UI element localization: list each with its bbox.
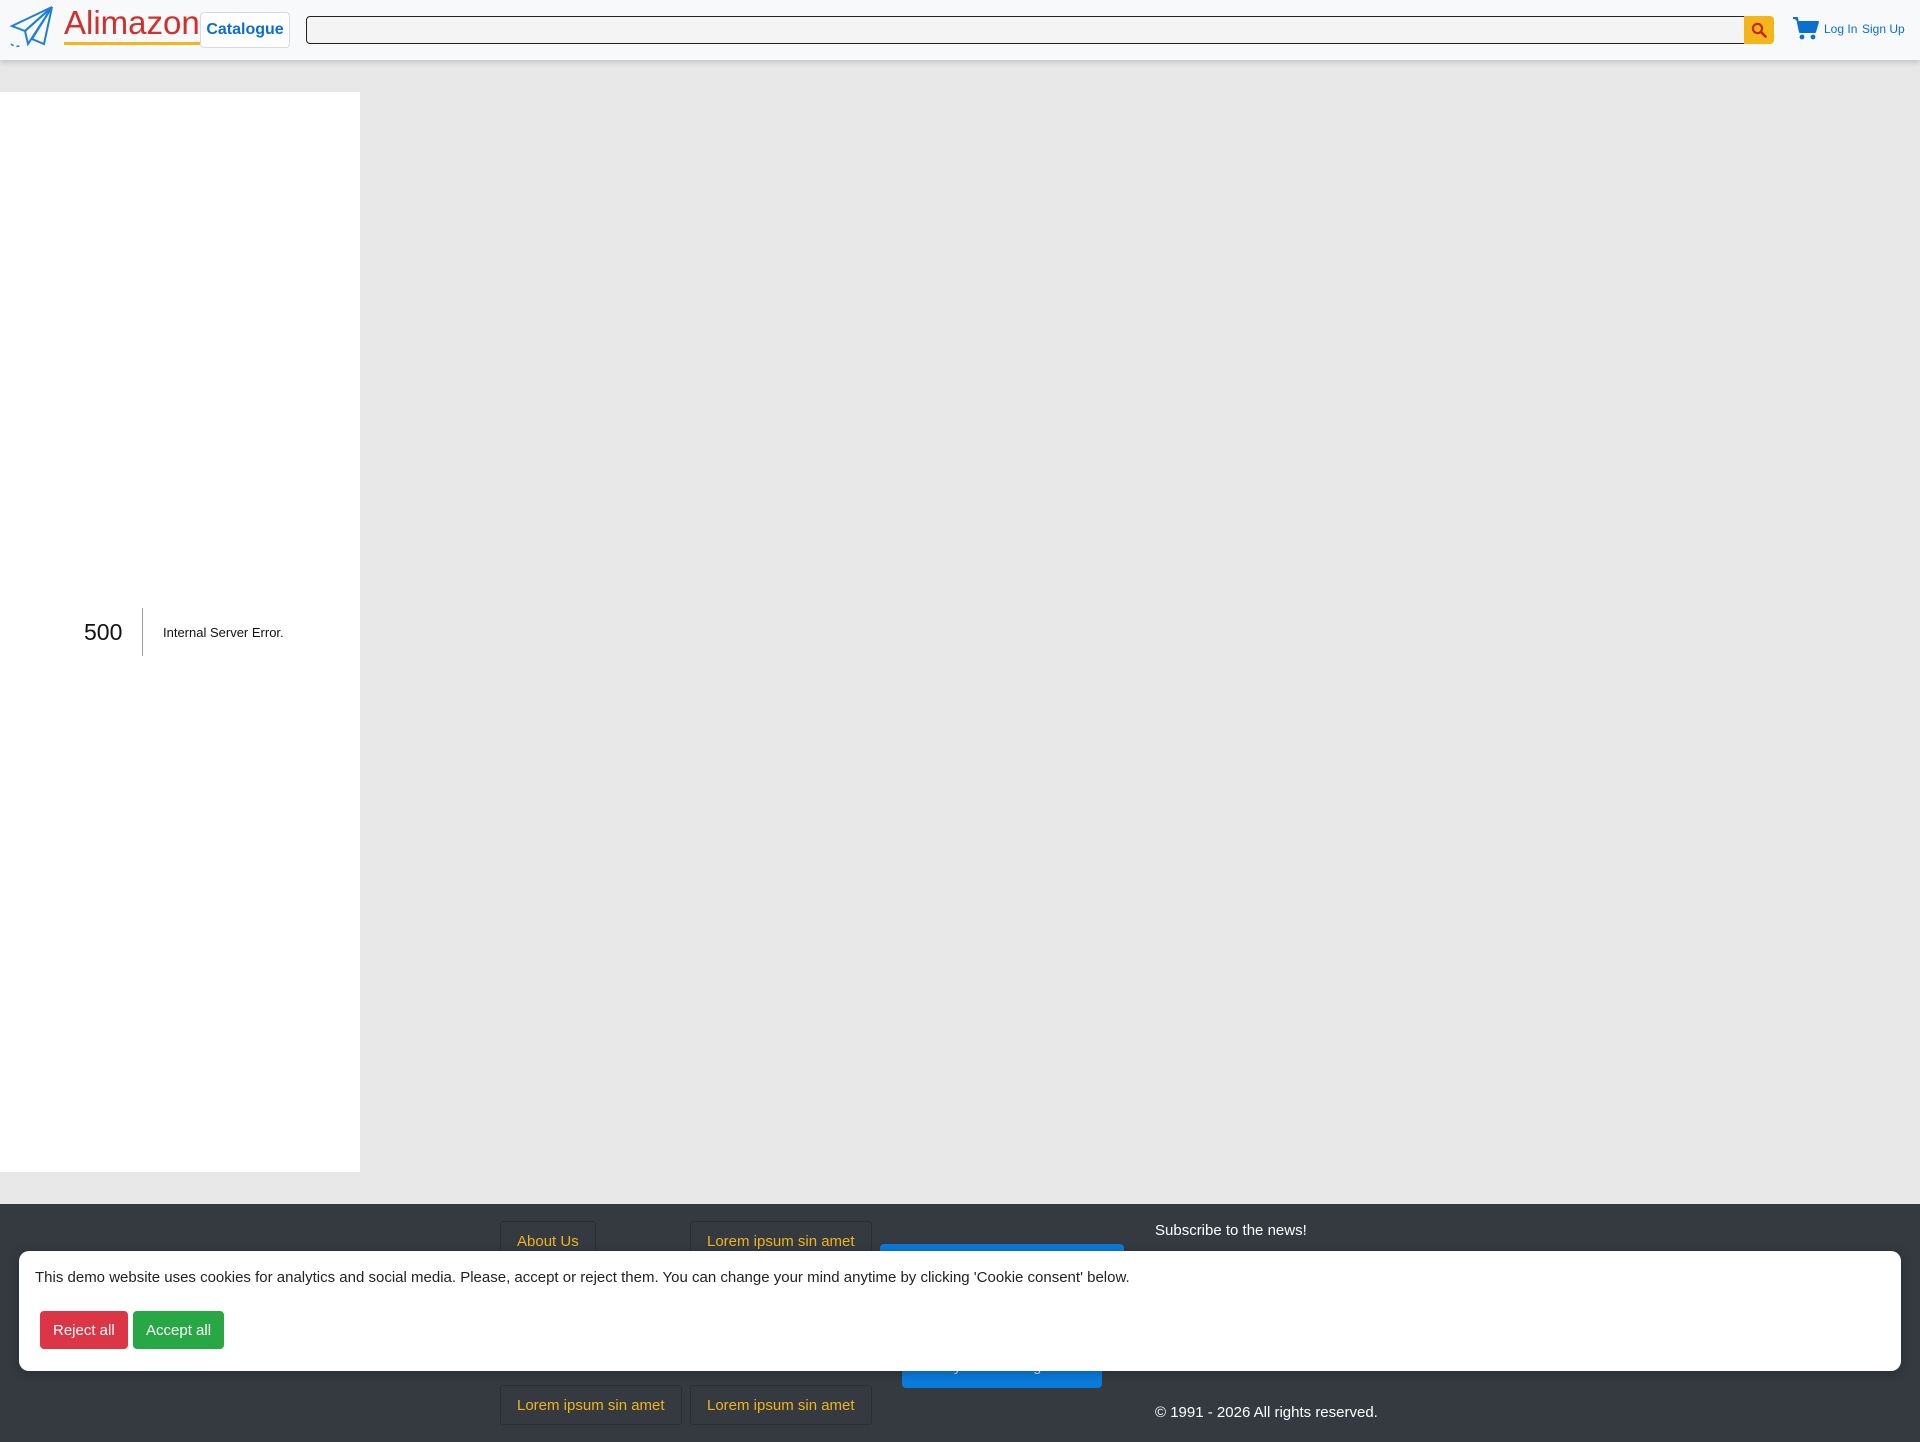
signup-link[interactable]: Sign Up: [1862, 22, 1905, 36]
logo[interactable]: Alimazon: [8, 4, 200, 50]
top-navbar: Alimazon Catalogue Log In Sign Up: [0, 0, 1920, 60]
subscribe-heading: Subscribe to the news!: [1155, 1222, 1307, 1239]
copyright: © 1991 - 2026 All rights reserved.: [1155, 1404, 1378, 1421]
paper-plane-icon: [9, 6, 53, 48]
cookie-banner: This demo website uses cookies for analy…: [19, 1251, 1901, 1371]
footer-link[interactable]: Lorem ipsum sin amet: [690, 1385, 872, 1425]
footer-link[interactable]: Lorem ipsum sin amet: [500, 1385, 682, 1425]
cookie-text: This demo website uses cookies for analy…: [35, 1269, 1130, 1286]
error-divider: [142, 608, 143, 656]
cart-icon[interactable]: [1792, 16, 1820, 42]
search-icon: [1751, 22, 1767, 38]
login-link[interactable]: Log In: [1824, 22, 1857, 36]
search-button[interactable]: [1744, 16, 1774, 44]
reject-all-button[interactable]: Reject all: [40, 1311, 128, 1349]
accept-all-button[interactable]: Accept all: [133, 1311, 225, 1349]
logo-text: Alimazon: [64, 6, 200, 45]
error-code: 500: [84, 619, 123, 645]
catalogue-button[interactable]: Catalogue: [200, 12, 290, 48]
error-message: Internal Server Error.: [163, 625, 284, 640]
search-input[interactable]: [306, 16, 1745, 44]
